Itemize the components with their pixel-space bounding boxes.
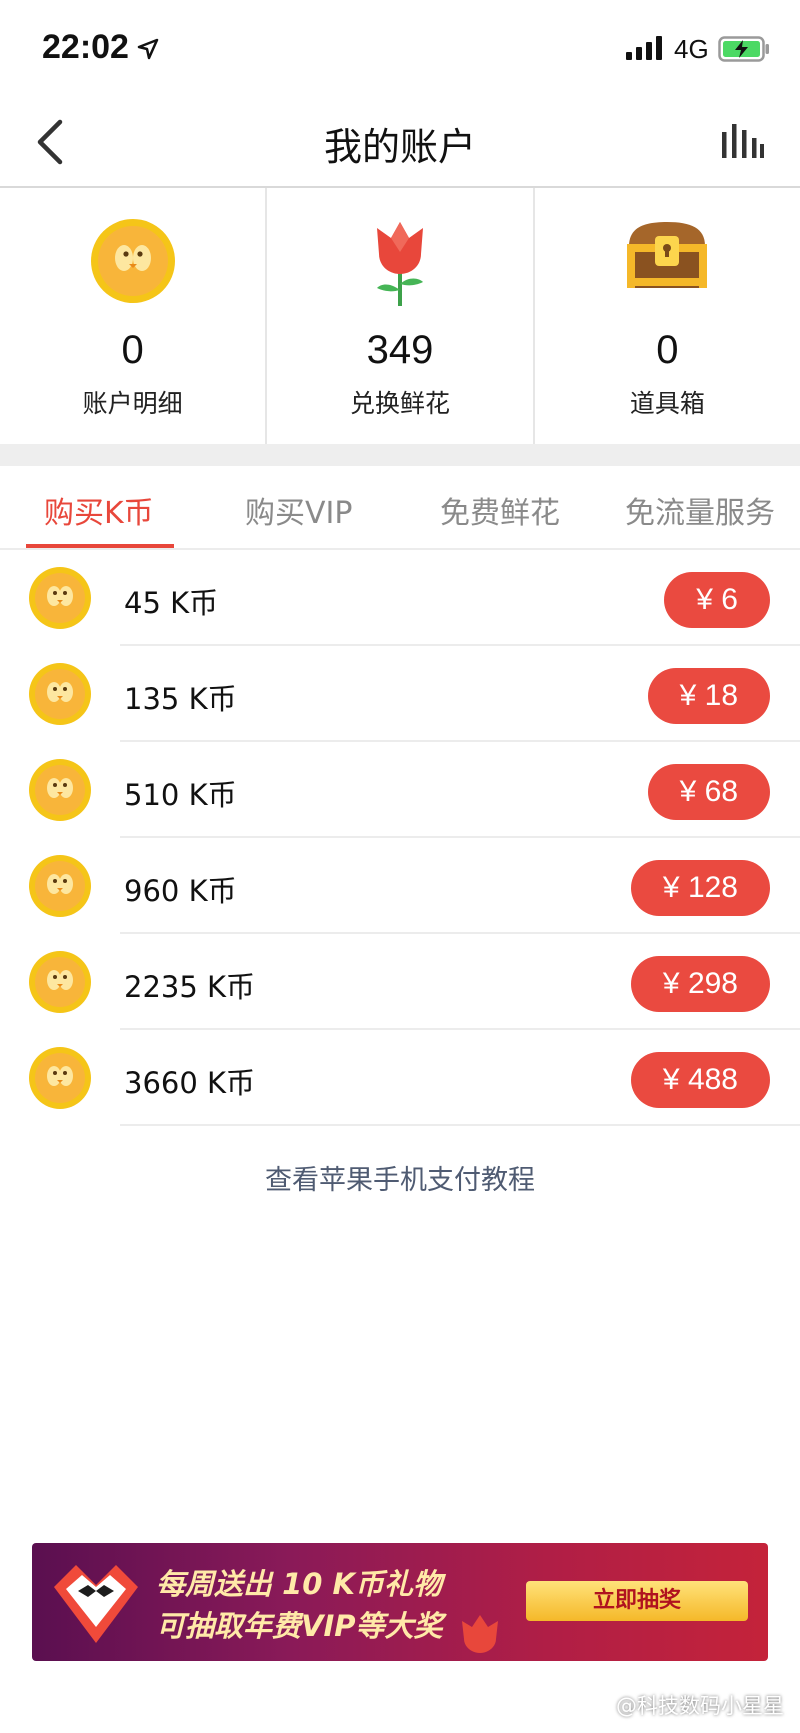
bar-chart-icon[interactable] xyxy=(720,124,764,158)
package-label: 2235 K币 xyxy=(124,970,256,1004)
price-button[interactable]: ¥ 128 xyxy=(630,860,770,916)
page-title: 我的账户 xyxy=(323,125,476,169)
summary-value: 0 xyxy=(656,328,679,372)
list-item: 960 K币 ¥ 128 xyxy=(0,838,800,934)
rose-icon xyxy=(376,222,423,306)
promo-banner[interactable]: 每周送出 10 K币礼物 可抽取年费VIP等大奖 立即抽奖 xyxy=(32,1543,768,1661)
summary-label: 账户明细 xyxy=(82,389,183,418)
status-bar: 22:02 4G xyxy=(0,0,800,100)
active-tab-indicator xyxy=(26,544,174,548)
price-button[interactable]: ¥ 18 xyxy=(647,668,770,724)
package-label: 510 K币 xyxy=(124,778,237,812)
k-coin-icon xyxy=(29,567,91,629)
package-label: 135 K币 xyxy=(124,682,237,716)
location-arrow-icon xyxy=(137,38,159,60)
treasure-chest-icon xyxy=(627,222,708,288)
price-button[interactable]: ¥ 68 xyxy=(647,764,770,820)
list-item: 3660 K币 ¥ 488 xyxy=(0,1030,800,1126)
row-divider xyxy=(120,1124,800,1126)
k-coin-icon xyxy=(29,951,91,1013)
signal-icon xyxy=(626,36,662,60)
summary-exchange-flowers[interactable]: 349 兑换鲜花 xyxy=(265,188,532,444)
network-label: 4G xyxy=(674,34,709,64)
section-divider xyxy=(0,444,800,466)
tab-data-free-service[interactable]: 免流量服务 xyxy=(625,488,775,532)
summary-item-box[interactable]: 0 道具箱 xyxy=(532,188,800,444)
k-coin-icon xyxy=(90,219,175,303)
package-label: 45 K币 xyxy=(124,586,219,620)
account-summary: 0 账户明细 349 兑换鲜花 0 道具箱 xyxy=(0,188,800,444)
k-song-logo-icon xyxy=(54,1565,138,1643)
tab-buy-k-coins[interactable]: 购买K币 xyxy=(44,488,154,532)
k-coin-icon xyxy=(29,759,91,821)
draw-now-button[interactable]: 立即抽奖 xyxy=(526,1581,748,1621)
banner-subline: 可抽取年费VIP等大奖 xyxy=(156,1609,443,1643)
price-button[interactable]: ¥ 298 xyxy=(630,956,770,1012)
status-time: 22:02 xyxy=(42,28,129,66)
purchase-tabs: 购买K币 购买VIP 免费鲜花 免流量服务 xyxy=(0,466,800,550)
list-item: 135 K币 ¥ 18 xyxy=(0,646,800,742)
price-button[interactable]: ¥ 6 xyxy=(664,572,770,628)
k-coin-package-list: 45 K币 ¥ 6 135 K币 ¥ 18 510 K币 ¥ 68 960 K币… xyxy=(0,550,800,1126)
summary-value: 0 xyxy=(121,328,144,372)
nav-bar: 我的账户 xyxy=(0,100,800,188)
price-button[interactable]: ¥ 488 xyxy=(630,1052,770,1108)
k-coin-icon xyxy=(29,855,91,917)
tab-buy-vip[interactable]: 购买VIP xyxy=(245,488,352,532)
payment-tutorial-link[interactable]: 查看苹果手机支付教程 xyxy=(0,1158,800,1197)
summary-label: 兑换鲜花 xyxy=(349,389,450,418)
package-label: 960 K币 xyxy=(124,874,237,908)
rose-icon xyxy=(462,1615,498,1653)
k-coin-icon xyxy=(29,663,91,725)
battery-charging-icon xyxy=(718,36,769,62)
summary-account-details[interactable]: 0 账户明细 xyxy=(0,188,265,444)
k-coin-icon xyxy=(29,1047,91,1109)
summary-value: 349 xyxy=(366,328,434,372)
watermark: @科技数码小星星 xyxy=(616,1694,784,1718)
package-label: 3660 K币 xyxy=(124,1066,256,1100)
list-item: 510 K币 ¥ 68 xyxy=(0,742,800,838)
tab-free-flowers[interactable]: 免费鲜花 xyxy=(440,488,560,532)
summary-label: 道具箱 xyxy=(629,389,705,418)
banner-headline: 每周送出 10 K币礼物 xyxy=(156,1567,443,1601)
list-item: 45 K币 ¥ 6 xyxy=(0,550,800,646)
list-item: 2235 K币 ¥ 298 xyxy=(0,934,800,1030)
